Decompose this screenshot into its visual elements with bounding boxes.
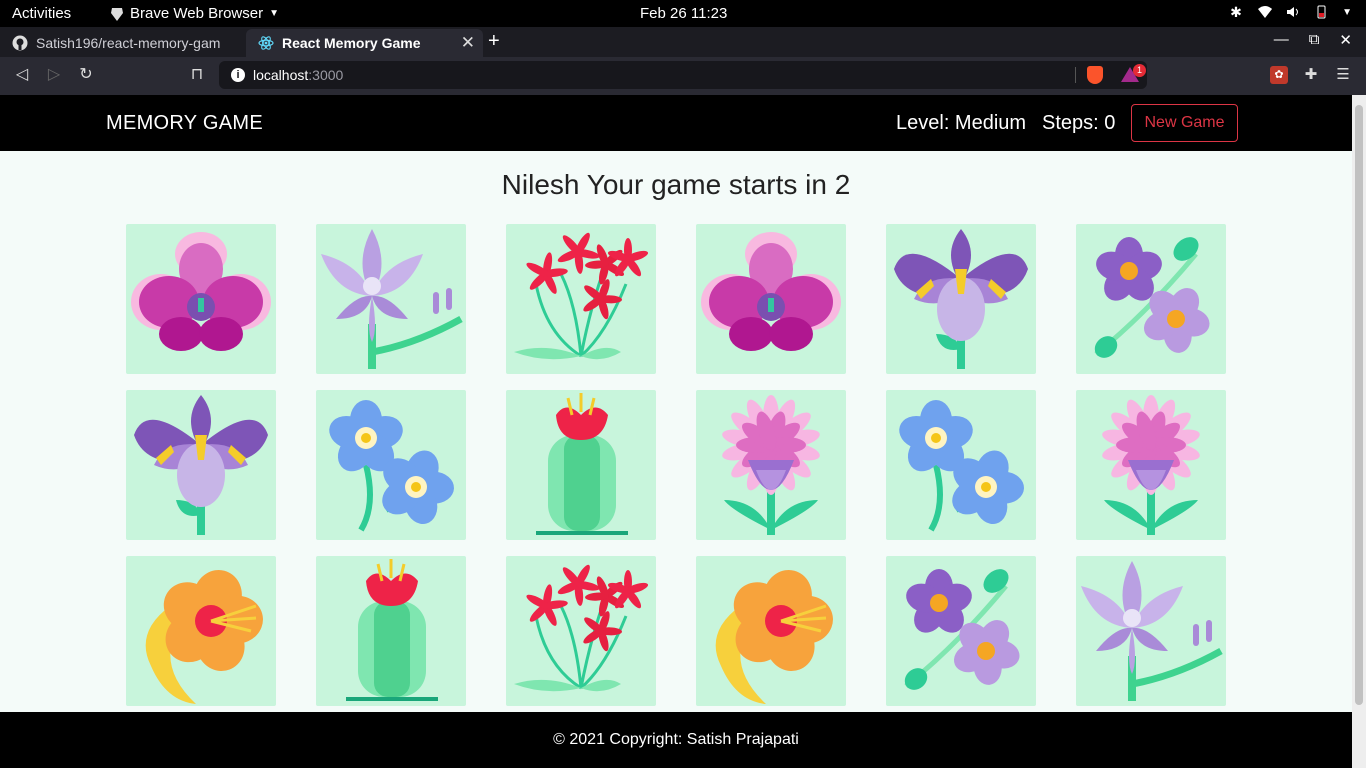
hibiscus-flower-icon	[715, 570, 833, 704]
react-icon	[258, 36, 274, 50]
app-menu-label: Brave Web Browser	[130, 5, 264, 22]
iris-flower-icon	[894, 229, 1028, 369]
iris-flower-icon	[134, 395, 268, 535]
clock[interactable]: Feb 26 11:23	[640, 5, 727, 22]
url-host: localhost	[253, 67, 309, 83]
violet-flower-icon	[904, 569, 1020, 690]
url-text[interactable]: localhost:3000	[253, 67, 343, 83]
tab-react-memory-game[interactable]: React Memory Game ✕	[246, 29, 483, 57]
card[interactable]	[126, 224, 276, 374]
power-menu-chevron-icon[interactable]: ▼	[1342, 7, 1352, 18]
game-status: Nilesh Your game starts in 2	[501, 169, 851, 200]
new-tab-button[interactable]: +	[488, 30, 500, 53]
url-port: :3000	[308, 67, 344, 83]
card-grid	[126, 224, 1226, 706]
forget-me-not-flower-icon	[329, 400, 454, 532]
page-viewport: MEMORY GAME Level: Medium Steps: 0 New G…	[0, 95, 1352, 768]
footer: © 2021 Copyright: Satish Prajapati	[0, 712, 1352, 768]
violet-flower-icon	[1094, 237, 1210, 358]
puzzle-icon[interactable]: ✚	[1302, 66, 1320, 84]
card[interactable]	[316, 224, 466, 374]
vertical-scrollbar[interactable]	[1352, 95, 1366, 768]
tab-title: React Memory Game	[282, 35, 421, 51]
bookmark-icon[interactable]: ⊓	[187, 65, 207, 85]
slack-icon[interactable]: ✱	[1230, 5, 1244, 19]
card[interactable]	[1076, 390, 1226, 540]
forget-me-not-flower-icon	[899, 400, 1024, 532]
app-menu[interactable]: Brave Web Browser ▼	[110, 5, 279, 22]
battery-icon[interactable]	[1314, 5, 1328, 19]
lavender-lily-flower-icon	[1081, 561, 1223, 701]
card[interactable]	[506, 224, 656, 374]
extension-icons: ✿ ✚ ☰	[1270, 66, 1352, 84]
card[interactable]	[506, 390, 656, 540]
address-bar[interactable]: i localhost:3000	[219, 61, 1147, 89]
thistle-flower-icon	[722, 395, 820, 535]
back-icon[interactable]: ◁	[12, 65, 32, 85]
new-game-button[interactable]: New Game	[1131, 104, 1238, 142]
tab-github[interactable]: Satish196/react-memory-gam	[0, 29, 240, 57]
copyright-text: © 2021 Copyright: Satish Prajapati	[553, 731, 799, 748]
system-tray[interactable]: ✱ ▼	[1230, 5, 1352, 19]
rewards-badge: 1	[1133, 64, 1146, 77]
cactus-flower-icon	[536, 393, 628, 535]
red-starflower-flower-icon	[514, 564, 649, 692]
app-brand[interactable]: MEMORY GAME	[106, 112, 263, 135]
chevron-down-icon: ▼	[269, 8, 280, 19]
activities-button[interactable]: Activities	[12, 5, 71, 22]
card[interactable]	[696, 556, 846, 706]
card[interactable]	[886, 224, 1036, 374]
site-info-icon[interactable]: i	[231, 68, 245, 82]
forward-icon[interactable]: ▷	[44, 65, 64, 85]
minimize-icon[interactable]: —	[1274, 31, 1289, 49]
card[interactable]	[886, 390, 1036, 540]
lavender-lily-flower-icon	[321, 229, 463, 369]
divider	[1075, 67, 1076, 83]
orchid-flower-icon	[701, 232, 841, 351]
menu-icon[interactable]: ☰	[1334, 66, 1352, 84]
wifi-icon[interactable]	[1258, 5, 1273, 19]
window-close-icon[interactable]: ✕	[1339, 31, 1352, 49]
tab-title: Satish196/react-memory-gam	[36, 35, 221, 51]
github-icon	[12, 35, 28, 51]
steps-counter: Steps: 0	[1042, 112, 1116, 134]
orchid-flower-icon	[131, 232, 271, 351]
card[interactable]	[696, 390, 846, 540]
brave-lion-icon	[111, 7, 123, 21]
card[interactable]	[126, 556, 276, 706]
system-top-bar: Activities Brave Web Browser ▼ Feb 26 11…	[0, 0, 1366, 27]
red-starflower-flower-icon	[514, 232, 649, 360]
scrollbar-thumb[interactable]	[1355, 105, 1363, 705]
card[interactable]	[1076, 556, 1226, 706]
extension-icon[interactable]: ✿	[1270, 66, 1288, 84]
card[interactable]	[126, 390, 276, 540]
card[interactable]	[316, 556, 466, 706]
maximize-icon[interactable]: ⧉	[1309, 31, 1320, 49]
app-navbar: MEMORY GAME Level: Medium Steps: 0 New G…	[0, 95, 1352, 151]
card[interactable]	[886, 556, 1036, 706]
volume-icon[interactable]	[1286, 5, 1300, 19]
cactus-flower-icon	[346, 559, 438, 701]
thistle-flower-icon	[1102, 395, 1200, 535]
card[interactable]	[696, 224, 846, 374]
card[interactable]	[1076, 224, 1226, 374]
window-controls: — ⧉ ✕	[1274, 31, 1352, 49]
card[interactable]	[316, 390, 466, 540]
card[interactable]	[506, 556, 656, 706]
tab-strip: Satish196/react-memory-gam React Memory …	[0, 27, 1366, 57]
reload-icon[interactable]: ↻	[76, 65, 96, 85]
brave-shields-icon[interactable]	[1087, 66, 1103, 84]
hibiscus-flower-icon	[145, 570, 263, 704]
level-indicator: Level: Medium	[896, 112, 1027, 134]
close-icon[interactable]: ✕	[461, 33, 475, 53]
